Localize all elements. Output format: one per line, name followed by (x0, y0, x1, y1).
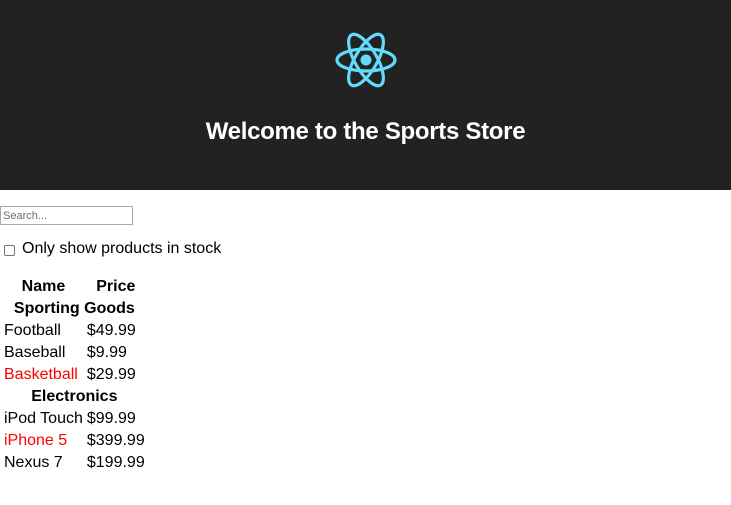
product-price: $49.99 (86, 322, 136, 339)
in-stock-filter[interactable]: Only show products in stock (4, 240, 221, 258)
category-name: Electronics (31, 388, 118, 405)
react-atom-icon (335, 32, 397, 88)
product-name: Football (4, 322, 61, 339)
product-price: $99.99 (86, 410, 136, 427)
product-name-out-of-stock: Basketball (4, 366, 78, 383)
product-table: Name Price Sporting Goods Football $49.9… (1, 276, 148, 474)
product-name: Nexus 7 (4, 454, 63, 471)
column-header-price: Price (96, 278, 136, 295)
category-row: Sporting Goods (3, 298, 146, 320)
product-price: $399.99 (86, 432, 145, 449)
category-row: Electronics (3, 386, 146, 408)
product-row: Baseball $9.99 (3, 342, 146, 364)
column-header-name: Name (21, 278, 66, 295)
in-stock-checkbox[interactable] (4, 244, 15, 256)
product-price: $9.99 (86, 344, 127, 361)
table-header-row: Name Price (3, 276, 146, 298)
in-stock-label: Only show products in stock (22, 240, 222, 257)
product-name-out-of-stock: iPhone 5 (4, 432, 68, 449)
product-price: $29.99 (86, 366, 136, 383)
product-row: iPod Touch $99.99 (3, 408, 146, 430)
product-row: Basketball $29.99 (3, 364, 146, 386)
product-row: Football $49.99 (3, 320, 146, 342)
search-input[interactable] (0, 206, 133, 225)
product-name: iPod Touch (4, 410, 83, 427)
product-row: Nexus 7 $199.99 (3, 452, 146, 474)
product-row: iPhone 5 $399.99 (3, 430, 146, 452)
page-title: Welcome to the Sports Store (205, 118, 526, 145)
app-header: Welcome to the Sports Store (0, 0, 731, 190)
category-name: Sporting Goods (13, 300, 135, 317)
product-price: $199.99 (86, 454, 145, 471)
product-name: Baseball (4, 344, 66, 361)
